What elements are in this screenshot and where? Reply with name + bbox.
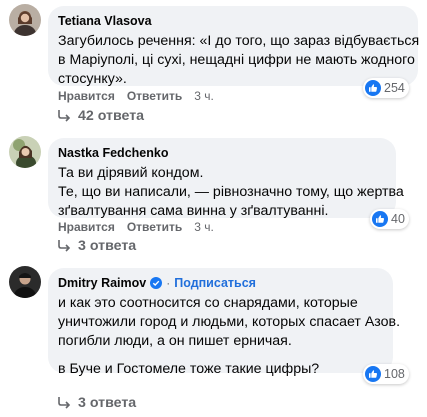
avatar[interactable] (9, 136, 41, 168)
reply-button[interactable]: Ответить (127, 89, 182, 103)
replies-count: 42 ответа (78, 108, 145, 124)
comment-actions: Нравится Ответить 3 ч. (58, 220, 214, 234)
reply-arrow-icon (58, 110, 71, 122)
avatar[interactable] (9, 4, 41, 36)
reaction-count: 40 (391, 212, 405, 226)
like-icon (365, 80, 381, 96)
subscribe-button[interactable]: Подписаться (174, 276, 256, 290)
comment-line: уничтожили город и людьми, которых спаса… (58, 314, 401, 330)
comment-author[interactable]: Dmitry Raimov (58, 276, 146, 290)
view-replies-button[interactable]: 3 ответа (56, 238, 136, 254)
replies-count: 3 ответа (78, 395, 137, 411)
reaction-badge[interactable]: 40 (370, 209, 409, 229)
avatar[interactable] (9, 266, 41, 298)
like-button[interactable]: Нравится (58, 89, 115, 103)
reaction-badge[interactable]: 254 (363, 78, 409, 98)
like-icon (365, 366, 381, 382)
comment-actions: Нравится Ответить 3 ч. (58, 89, 214, 103)
replies-count: 3 ответа (78, 238, 137, 254)
view-replies-button[interactable]: 3 ответа (56, 395, 136, 411)
comment-text: Та ви дірявий кондом. Те, що ви написали… (58, 164, 404, 221)
verified-badge-icon (150, 277, 163, 289)
like-button[interactable]: Нравится (58, 220, 115, 234)
comment-line: Те, що ви написали, — рівнозначно тому, … (58, 184, 404, 200)
comment-timestamp[interactable]: 3 ч. (194, 89, 214, 103)
reply-button[interactable]: Ответить (127, 220, 182, 234)
like-icon (372, 211, 388, 227)
comment-author[interactable]: Tetiana Vlasova (58, 14, 152, 28)
comment-line: Загубилось речення: «І до того, що зараз… (58, 33, 420, 49)
comment: Nastka Fedchenko Та ви дірявий кондом. Т… (0, 132, 427, 262)
comment-bubble: Tetiana Vlasova Загубилось речення: «І д… (48, 6, 420, 89)
comment-author[interactable]: Nastka Fedchenko (58, 146, 168, 160)
separator-dot: · (166, 276, 171, 290)
comment-bubble: Dmitry Raimov · Подписаться и как это со… (48, 268, 400, 377)
comment-line: зґвалтування сама винна у зґвалтуванні. (58, 203, 329, 219)
view-replies-button[interactable]: 42 ответа (56, 108, 144, 124)
comment-line: и как это соотносится со снарядами, кото… (58, 295, 358, 311)
reply-arrow-icon (58, 240, 71, 252)
comment-line: в Буче и Гостомеле тоже такие цифры? (58, 361, 320, 377)
comment-line: Та ви дірявий кондом. (58, 165, 204, 181)
comment: Tetiana Vlasova Загубилось речення: «І д… (0, 0, 427, 130)
comment-line: погибли люди, а он пишет ерничая. (58, 333, 292, 349)
comment-bubble: Nastka Fedchenko Та ви дірявий кондом. Т… (48, 138, 404, 221)
comment-line: стосунку». (58, 71, 127, 87)
comment-line: в Маріуполі, ці сухі, нещадні цифри не м… (58, 52, 415, 68)
reaction-badge[interactable]: 108 (363, 364, 409, 384)
comment: Dmitry Raimov · Подписаться и как это со… (0, 262, 427, 417)
comment-text: и как это соотносится со снарядами, кото… (58, 294, 401, 379)
reaction-count: 108 (384, 367, 405, 381)
comment-text: Загубилось речення: «І до того, що зараз… (58, 32, 420, 89)
comment-timestamp[interactable]: 3 ч. (194, 220, 214, 234)
reaction-count: 254 (384, 81, 405, 95)
reply-arrow-icon (58, 397, 71, 409)
